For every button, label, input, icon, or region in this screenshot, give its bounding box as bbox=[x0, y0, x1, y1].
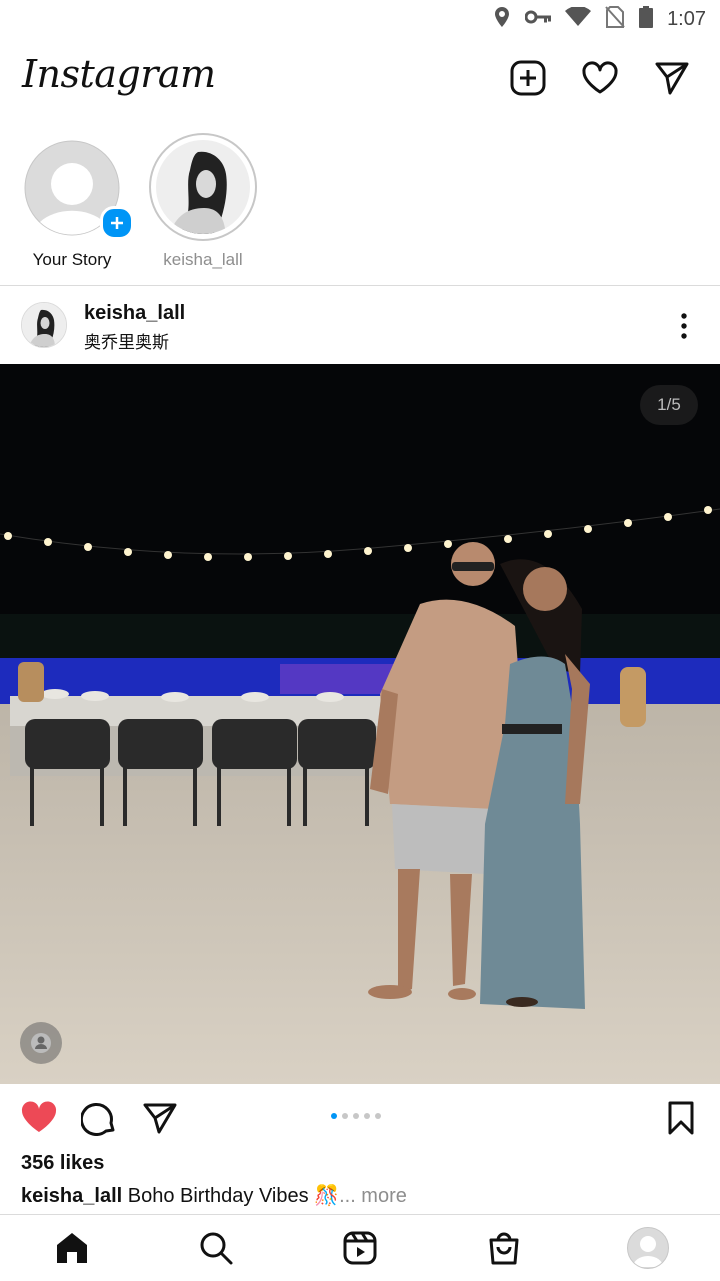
carousel-dot bbox=[375, 1113, 381, 1119]
bottom-navigation bbox=[0, 1214, 720, 1281]
nav-home[interactable] bbox=[49, 1225, 95, 1271]
search-icon bbox=[200, 1232, 233, 1265]
bookmark-icon bbox=[668, 1101, 694, 1135]
share-button[interactable] bbox=[139, 1097, 181, 1139]
caption-text: Boho Birthday Vibes bbox=[127, 1185, 309, 1207]
comment-icon bbox=[81, 1102, 115, 1136]
direct-share-icon bbox=[143, 1103, 177, 1134]
direct-message-button[interactable] bbox=[650, 56, 694, 100]
story-avatar bbox=[148, 132, 258, 242]
caption-username[interactable]: keisha_lall bbox=[21, 1185, 122, 1207]
vpn-key-icon bbox=[524, 9, 552, 30]
comment-button[interactable] bbox=[78, 1097, 120, 1139]
nav-reels[interactable] bbox=[337, 1225, 383, 1271]
like-count[interactable]: 356 likes bbox=[21, 1152, 104, 1175]
location-icon bbox=[493, 6, 511, 33]
activity-heart-icon bbox=[582, 61, 618, 94]
post-author-avatar[interactable] bbox=[21, 302, 67, 348]
activity-button[interactable] bbox=[578, 56, 622, 100]
nav-shop[interactable] bbox=[481, 1225, 527, 1271]
add-story-plus-icon[interactable] bbox=[100, 206, 134, 240]
your-story-avatar bbox=[24, 140, 134, 240]
nav-profile[interactable] bbox=[625, 1225, 671, 1271]
carousel-dots bbox=[331, 1113, 381, 1119]
carousel-dot bbox=[331, 1113, 337, 1119]
clock-time: 1:07 bbox=[667, 8, 706, 30]
post-location[interactable]: 奥乔里奥斯 bbox=[84, 328, 169, 353]
more-options-icon bbox=[681, 313, 687, 339]
shop-icon bbox=[489, 1232, 519, 1265]
caption-more-link[interactable]: ... more bbox=[339, 1185, 407, 1207]
post-photo[interactable] bbox=[0, 364, 720, 1084]
reels-icon bbox=[343, 1231, 377, 1265]
carousel-dot bbox=[353, 1113, 359, 1119]
post-caption: keisha_lall Boho Birthday Vibes 🎊... mor… bbox=[21, 1183, 407, 1208]
story-label: keisha_lall bbox=[163, 250, 243, 269]
story-label: Your Story bbox=[32, 250, 112, 269]
direct-message-icon bbox=[655, 62, 689, 95]
like-button[interactable] bbox=[18, 1096, 60, 1138]
image-counter-badge: 1/5 bbox=[640, 385, 698, 425]
status-bar: 1:07 bbox=[0, 0, 720, 36]
post-username[interactable]: keisha_lall bbox=[84, 302, 185, 325]
home-icon bbox=[57, 1233, 87, 1263]
story-keisha-lall[interactable]: keisha_lall bbox=[143, 132, 263, 270]
story-your-story[interactable]: Your Story bbox=[12, 138, 134, 270]
post-options-button[interactable] bbox=[664, 306, 704, 346]
instagram-logo[interactable]: Instagram bbox=[22, 52, 216, 96]
new-post-icon bbox=[510, 60, 546, 96]
liked-heart-icon bbox=[21, 1101, 57, 1132]
new-post-button[interactable] bbox=[506, 56, 550, 100]
tagged-people-button[interactable] bbox=[20, 1022, 62, 1064]
wifi-icon bbox=[565, 5, 592, 32]
carousel-dot bbox=[364, 1113, 370, 1119]
stories-divider bbox=[0, 285, 720, 286]
no-sim-icon bbox=[605, 6, 625, 33]
user-tag-icon bbox=[31, 1033, 51, 1053]
save-button[interactable] bbox=[660, 1097, 702, 1139]
nav-search[interactable] bbox=[193, 1225, 239, 1271]
carousel-dot bbox=[342, 1113, 348, 1119]
caption-emoji: 🎊 bbox=[314, 1185, 340, 1207]
battery-icon bbox=[639, 6, 654, 33]
profile-avatar bbox=[627, 1227, 669, 1269]
